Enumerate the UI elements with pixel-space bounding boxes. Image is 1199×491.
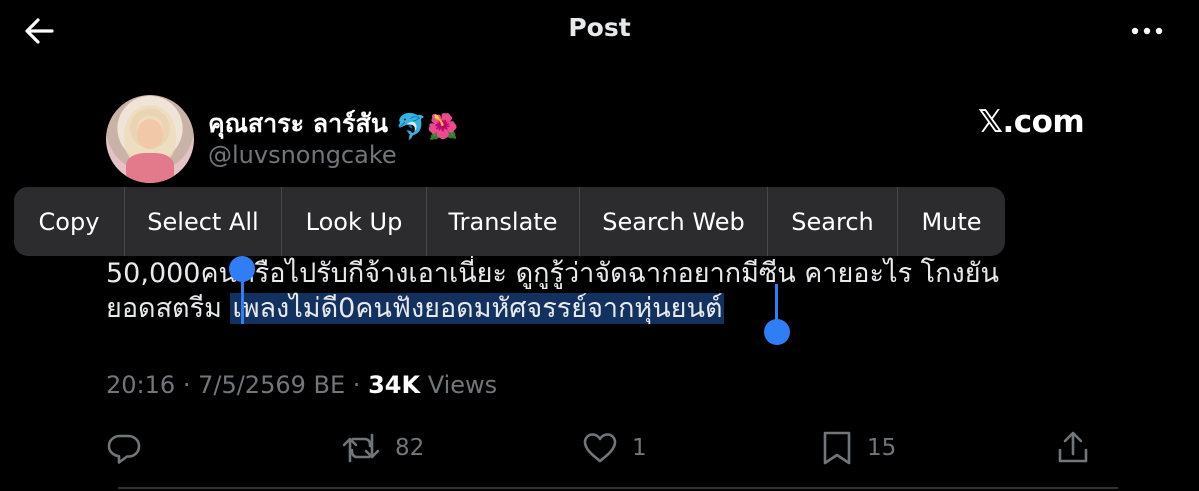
menu-translate[interactable]: Translate [427, 187, 580, 256]
avatar[interactable] [106, 95, 194, 183]
page-title: Post [568, 13, 631, 42]
like-button[interactable]: 1 [582, 428, 647, 468]
post-date: 7/5/2569 BE [198, 371, 346, 399]
author-display-name: คุณสาระ ลาร์สัน [208, 109, 388, 138]
heart-icon [583, 433, 617, 463]
divider [118, 487, 1118, 489]
post-page: Post คุณสาระ ลาร์สัน 🐬🌺 @luvsnongcake 𝕏.c… [0, 0, 1199, 491]
selection-end-handle[interactable] [764, 319, 790, 345]
bookmark-count: 15 [867, 435, 897, 461]
views-count[interactable]: 34K [368, 371, 420, 399]
reply-button[interactable] [106, 428, 142, 468]
retweet-count: 82 [395, 435, 425, 461]
bookmark-icon [823, 431, 851, 465]
menu-look-up[interactable]: Look Up [282, 187, 427, 256]
share-button[interactable] [1056, 428, 1090, 468]
views-label: Views [427, 371, 498, 399]
meta-separator: · [182, 371, 191, 399]
text-selection-context-menu: Copy Select All Look Up Translate Search… [14, 187, 1005, 256]
bookmark-button[interactable]: 15 [821, 428, 896, 468]
more-horizontal-icon [1131, 27, 1163, 35]
post-meta: 20:16 · 7/5/2569 BE · 34K Views [106, 371, 497, 399]
menu-search[interactable]: Search [768, 187, 898, 256]
share-icon [1058, 431, 1088, 463]
tweet-text-line-2: ยอดสตรีม เพลงไม่ดี0คนฟังยอดมหัศจรรย์จากห… [106, 286, 725, 329]
selection-start-caret [241, 272, 244, 324]
author-handle[interactable]: @luvsnongcake [208, 141, 397, 169]
x-com-watermark: 𝕏.com [978, 104, 1085, 140]
menu-copy[interactable]: Copy [14, 187, 125, 256]
menu-mute[interactable]: Mute [898, 187, 1005, 256]
more-options-button[interactable] [1128, 14, 1166, 48]
like-count: 1 [632, 435, 647, 461]
author-name[interactable]: คุณสาระ ลาร์สัน 🐬🌺 [208, 104, 458, 144]
menu-select-all[interactable]: Select All [125, 187, 282, 256]
retweet-icon [342, 433, 380, 463]
selected-text[interactable]: เพลงไม่ดี0คนฟังยอดมหัศจรรย์จากหุ่นยนต์ [230, 293, 725, 324]
menu-search-web[interactable]: Search Web [580, 187, 768, 256]
tweet-text-unselected: ยอดสตรีม [106, 293, 231, 324]
retweet-button[interactable]: 82 [341, 428, 424, 468]
meta-separator: · [352, 371, 361, 399]
reply-icon [107, 434, 141, 464]
post-time: 20:16 [106, 371, 176, 399]
author-emoji: 🐬🌺 [395, 112, 459, 141]
